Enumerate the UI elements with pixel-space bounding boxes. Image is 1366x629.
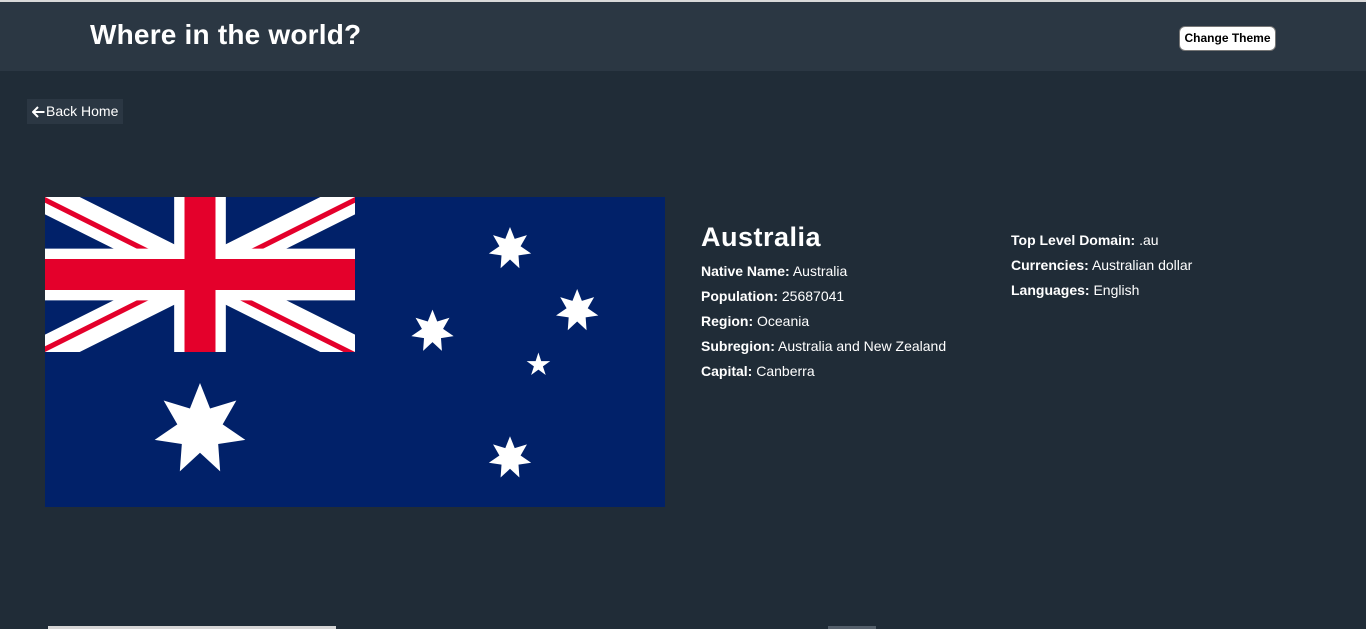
detail-value: Australian dollar	[1091, 257, 1193, 273]
languages-row: Languages: English	[1011, 278, 1192, 303]
capital-row: Capital: Canberra	[701, 359, 946, 384]
detail-label: Native Name:	[701, 263, 790, 279]
app-title: Where in the world?	[90, 19, 362, 50]
detail-value: Oceania	[757, 313, 810, 329]
detail-label: Capital:	[701, 363, 753, 379]
change-theme-button[interactable]: Change Theme	[1179, 26, 1276, 51]
detail-value: Australia	[792, 263, 848, 279]
detail-value: English	[1093, 282, 1140, 298]
app-header: Where in the world? Change Theme	[0, 2, 1366, 71]
country-details-secondary: Top Level Domain: .au Currencies: Austra…	[1011, 228, 1192, 303]
detail-label: Top Level Domain:	[1011, 232, 1136, 248]
detail-value: .au	[1139, 232, 1159, 248]
subregion-row: Subregion: Australia and New Zealand	[701, 334, 946, 359]
country-details-primary: Native Name: Australia Population: 25687…	[701, 259, 946, 384]
native-name-row: Native Name: Australia	[701, 259, 946, 284]
region-row: Region: Oceania	[701, 309, 946, 334]
back-home-label: Back Home	[46, 103, 119, 119]
detail-label: Population:	[701, 288, 778, 304]
detail-value: 25687041	[781, 288, 845, 304]
detail-label: Currencies:	[1011, 257, 1089, 273]
top-level-domain-row: Top Level Domain: .au	[1011, 228, 1192, 253]
detail-value: Canberra	[756, 363, 815, 379]
arrow-left-icon	[32, 105, 45, 118]
detail-label: Region:	[701, 313, 754, 329]
detail-label: Languages:	[1011, 282, 1090, 298]
back-home-button[interactable]: Back Home	[27, 99, 124, 124]
country-name: Australia	[701, 222, 822, 252]
detail-label: Subregion:	[701, 338, 775, 354]
australia-flag-image	[45, 197, 665, 507]
population-row: Population: 25687041	[701, 284, 946, 309]
detail-value: Australia and New Zealand	[778, 338, 947, 354]
currencies-row: Currencies: Australian dollar	[1011, 253, 1192, 278]
